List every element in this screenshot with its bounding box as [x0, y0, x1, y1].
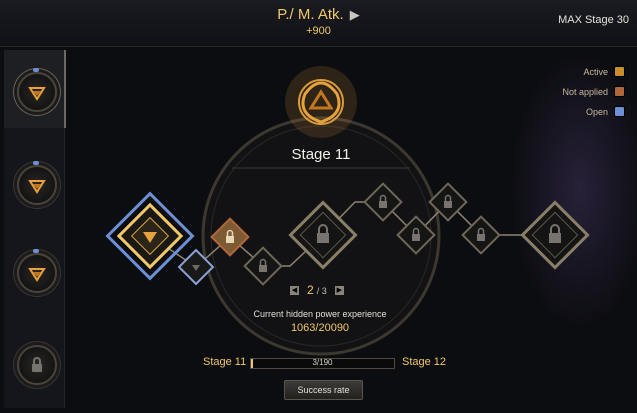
- progress-from-stage: Stage 11: [203, 356, 247, 368]
- lock-icon: [379, 201, 387, 208]
- legend-swatch-open: [614, 106, 625, 117]
- legend-label: Open: [585, 106, 608, 117]
- left-arrow-icon[interactable]: ◀: [290, 285, 299, 295]
- lock-icon: [412, 234, 420, 241]
- exp-label: Current hidden power experience: [253, 309, 387, 319]
- lock-icon: [444, 201, 452, 208]
- lock-icon: [226, 236, 234, 243]
- hidden-power-tree: [105, 66, 590, 356]
- lock-icon: [549, 233, 561, 243]
- legend-swatch-active: [614, 66, 625, 77]
- lock-icon: [259, 265, 267, 272]
- legend-label: Not applied: [562, 86, 608, 97]
- lock-icon: [317, 233, 329, 243]
- node-locked-large[interactable]: [520, 200, 590, 270]
- exp-value: 1063/20090: [290, 322, 350, 334]
- lock-icon: [477, 234, 485, 241]
- right-arrow-icon[interactable]: ▶: [334, 285, 344, 295]
- legend-swatch-not-applied: [614, 86, 625, 97]
- stage-progress-bar: 3/190: [250, 358, 395, 369]
- progress-text: 3/190: [312, 358, 333, 367]
- legend-label: Active: [583, 66, 608, 77]
- stage-title: Stage 11: [291, 146, 351, 163]
- legend-not-applied: Not applied: [562, 86, 625, 97]
- success-rate-button[interactable]: Success rate: [284, 380, 363, 400]
- progress-to-stage: Stage 12: [402, 356, 447, 368]
- page-selector: ◀ 2 / 3 ▶: [290, 283, 344, 297]
- page-current: 2: [307, 283, 314, 297]
- legend-open: Open: [586, 106, 625, 117]
- legend-active: Active: [583, 66, 625, 77]
- page-total: / 3: [316, 286, 327, 296]
- celtic-knot-icon: [285, 66, 357, 138]
